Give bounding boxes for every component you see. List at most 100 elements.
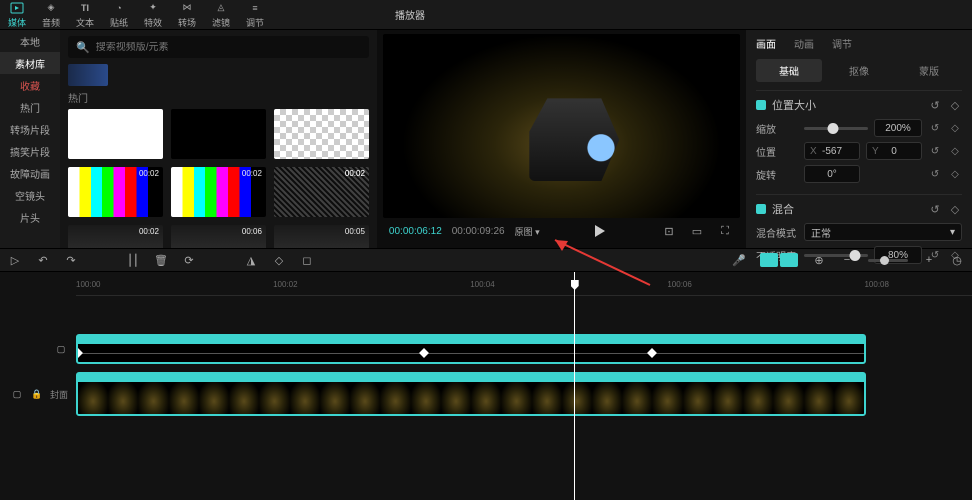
search-input[interactable] [96,42,361,53]
reset-icon[interactable]: ↺ [928,167,942,181]
total-time: 00:00:09:26 [452,226,505,237]
media-thumb[interactable]: 00:06 [171,225,266,248]
transition-icon: ⋈ [180,1,194,15]
track-vis-icon[interactable]: ▢ [54,342,68,356]
search-box[interactable]: 🔍 [68,36,369,58]
tab-anim[interactable]: 动画 [794,34,814,53]
tool-adjust[interactable]: ≡ 调节 [238,0,272,29]
blend-checkbox[interactable] [756,204,766,214]
media-thumb[interactable]: 00:02 [274,167,369,217]
rotate-label: 旋转 [756,167,798,182]
scale-value[interactable]: 200% [874,119,922,137]
undo-icon[interactable]: ↶ [36,253,50,267]
media-thumb[interactable]: 00:05 [274,225,369,248]
keyframe-icon[interactable]: ◇ [948,98,962,112]
scale-slider[interactable] [804,127,868,130]
sidebar-item-glitch[interactable]: 故障动画 [0,162,60,184]
subtab-mask[interactable]: 蒙版 [896,59,962,82]
tool-effect[interactable]: ✦ 特效 [136,0,170,29]
keyframe-icon[interactable]: ◇ [948,202,962,216]
scale-label: 缩放 [756,121,798,136]
delete-icon[interactable]: 🗑 [154,253,168,267]
subtab-cutout[interactable]: 抠像 [826,59,892,82]
refresh-icon[interactable]: ⟳ [182,253,196,267]
mic-icon[interactable]: 🎤 [732,253,746,267]
search-icon: 🔍 [76,41,90,54]
pos-size-title: 位置大小 [772,97,816,113]
track-vis-icon[interactable]: ▢ [10,387,24,401]
media-thumb[interactable]: 00:02 [171,167,266,217]
tab-picture[interactable]: 画面 [756,34,776,53]
tool-transition[interactable]: ⋈ 转场 [170,0,204,29]
clock-icon[interactable]: ◷ [950,253,964,267]
zoom-out-icon[interactable]: ⊡ [660,222,678,240]
ratio-icon[interactable]: ▭ [688,222,706,240]
pos-x-input[interactable]: X-567 [804,142,860,160]
sidebar-item-funny[interactable]: 搞笑片段 [0,140,60,162]
reset-icon[interactable]: ↺ [928,144,942,158]
split-icon[interactable]: ⎮⎮ [126,253,140,267]
keyframe-icon[interactable]: ◇ [948,144,962,158]
tool-media[interactable]: 媒体 [0,0,34,29]
sidebar-item-library[interactable]: 素材库 [0,52,60,74]
snap-toggle[interactable] [760,253,798,267]
tool-sticker[interactable]: ◔ 贴纸 [102,0,136,29]
playhead[interactable] [574,272,575,500]
keyframe-icon[interactable]: ◇ [948,167,962,181]
top-toolbar: 媒体 ◈ 音频 TI 文本 ◔ 贴纸 ✦ 特效 ⋈ 转场 ◬ 滤镜 ≡ 调节 播… [0,0,972,30]
tool-filter[interactable]: ◬ 滤镜 [204,0,238,29]
sidebar-item-intro[interactable]: 片头 [0,206,60,228]
opacity-slider[interactable] [804,254,868,257]
recent-thumb[interactable] [68,64,108,86]
media-thumb[interactable] [171,109,266,159]
media-thumb[interactable]: 00:02 [68,167,163,217]
tool-text[interactable]: TI 文本 [68,0,102,29]
rotate-input[interactable]: 0° [804,165,860,183]
redo-icon[interactable]: ↷ [64,253,78,267]
play-button[interactable] [591,222,609,240]
sidebar-item-local[interactable]: 本地 [0,30,60,52]
zoom-in-icon[interactable]: + [922,253,936,267]
keyframe-clip[interactable]: 黑场 00:00:05:26 [76,334,866,364]
timeline-ruler[interactable]: 100:00100:02100:04100:06100:08 [76,276,972,296]
media-thumb[interactable] [68,109,163,159]
sidebar-item-transitions[interactable]: 转场片段 [0,118,60,140]
tab-adjust[interactable]: 调节 [832,34,852,53]
subtab-basic[interactable]: 基础 [756,59,822,82]
position-label: 位置 [756,144,798,159]
effect-icon: ✦ [146,1,160,15]
media-thumb[interactable] [274,109,369,159]
rotate-icon[interactable]: ◇ [272,253,286,267]
pos-size-checkbox[interactable] [756,100,766,110]
section-label-hot: 热门 [68,90,369,105]
tool-audio[interactable]: ◈ 音频 [34,0,68,29]
sidebar-item-broll[interactable]: 空镜头 [0,184,60,206]
video-clip[interactable]: 凶猛转场素材 (459) 00:00:05:26 [76,372,866,416]
crop-icon[interactable]: ◻ [300,253,314,267]
sidebar-item-hot[interactable]: 热门 [0,96,60,118]
reset-icon[interactable]: ↺ [928,98,942,112]
preview-panel: 00:00:06:12 00:00:09:26 原图 ▾ ⊡ ▭ ⛶ [377,30,746,248]
reset-icon[interactable]: ↺ [928,121,942,135]
mirror-icon[interactable]: ◮ [244,253,258,267]
text-icon: TI [78,1,92,15]
blend-mode-select[interactable]: 正常▾ [804,223,962,241]
preview-title: 播放器 [380,0,750,29]
sidebar-item-favorite[interactable]: 收藏 [0,74,60,96]
fullscreen-icon[interactable]: ⛶ [716,222,734,240]
media-thumb[interactable]: 00:02 [68,225,163,248]
pos-y-input[interactable]: Y0 [866,142,922,160]
video-track: ▢ 🔒 封面 凶猛转场素材 (459) 00:00:05:26 [0,372,972,416]
reset-icon[interactable]: ↺ [928,202,942,216]
section-position-size: 位置大小 ↺ ◇ 缩放 200% ↺ ◇ 位置 X-567 Y0 ↺ ◇ 旋转 [756,90,962,194]
preview-viewport[interactable] [383,34,740,218]
cover-label[interactable]: 封面 [50,388,68,401]
lock-icon[interactable]: 🔒 [30,387,44,401]
zoom-slider[interactable] [868,259,908,262]
blend-title: 混合 [772,201,794,217]
media-icon [10,1,24,15]
scale-dropdown[interactable]: 原图 ▾ [515,225,540,238]
media-panel: 本地 素材库 收藏 热门 转场片段 搞笑片段 故障动画 空镜头 片头 🔍 热门 … [0,30,377,248]
keyframe-icon[interactable]: ◇ [948,121,962,135]
pointer-icon[interactable]: ▷ [8,253,22,267]
